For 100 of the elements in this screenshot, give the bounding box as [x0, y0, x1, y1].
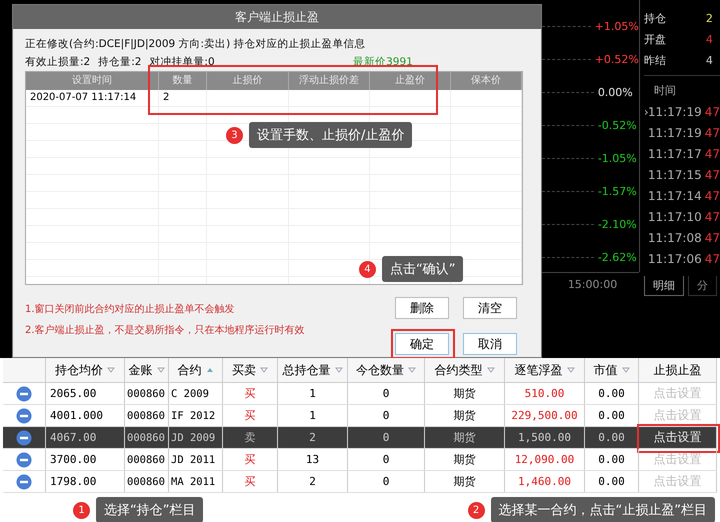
- quote-label: 开盘: [644, 32, 667, 48]
- minus-icon[interactable]: [16, 430, 32, 446]
- side-cell: 买: [244, 408, 256, 423]
- side-cell: 买: [244, 386, 256, 401]
- column-header[interactable]: 合约类型: [425, 358, 505, 382]
- pnl-cell: 1,460.00: [518, 475, 571, 488]
- total-cell: 13: [306, 453, 320, 466]
- today-cell: 0: [382, 387, 390, 400]
- filter-icon[interactable]: [486, 367, 494, 373]
- today-cell: 0: [382, 453, 390, 466]
- trade-price: 47: [704, 125, 720, 142]
- warning-note: 1.窗口关闭前此合约对应的止损止盈单不会触发: [24, 302, 236, 317]
- step-badge: 4: [358, 260, 376, 278]
- total-cell: 1: [309, 409, 316, 422]
- quote-label: 持仓: [644, 11, 667, 27]
- set-time-cell: 2020-07-07 11:17:14: [26, 90, 159, 106]
- side-cell: 买: [244, 452, 256, 467]
- column-header[interactable]: 市值: [585, 358, 639, 382]
- avg-price-cell: 4067.00: [50, 431, 96, 444]
- trade-time: 11:17:19: [648, 104, 702, 121]
- account-cell: 000860: [127, 388, 165, 400]
- filter-icon[interactable]: [260, 367, 268, 373]
- warning-note: 2.客户端止损止盈，不是交易所指令，只在本地程序运行时有效: [24, 324, 306, 338]
- trade-time: 11:17:19: [648, 125, 702, 142]
- type-cell: 期货: [454, 408, 476, 423]
- market-value-cell: 0.00: [598, 431, 625, 444]
- account-cell: 000860: [127, 476, 165, 488]
- column-header[interactable]: 金账: [125, 358, 169, 382]
- step-badge: 1: [73, 502, 90, 518]
- percent-label: -0.52%: [598, 119, 637, 132]
- trade-price: 47: [704, 167, 720, 184]
- dialog-button[interactable]: 清空: [462, 297, 517, 319]
- side-cell: 买: [244, 474, 256, 489]
- sort-ascending-icon[interactable]: [206, 367, 214, 373]
- quote-value: 4: [706, 53, 713, 69]
- percent-label: -1.05%: [598, 152, 637, 165]
- dialog-button[interactable]: 删除: [394, 297, 449, 319]
- market-value-cell: 0.00: [598, 387, 625, 400]
- column-header[interactable]: 买卖: [223, 358, 278, 382]
- filter-icon[interactable]: [156, 367, 164, 373]
- market-value-cell: 0.00: [598, 475, 625, 488]
- panel-tab[interactable]: 分: [688, 276, 717, 296]
- today-cell: 0: [382, 431, 390, 444]
- column-header[interactable]: 今仓数量: [348, 358, 425, 382]
- pnl-cell: 12,090.00: [514, 453, 574, 466]
- column-header[interactable]: 持仓均价: [46, 358, 125, 382]
- column-header[interactable]: 总持仓量: [278, 358, 348, 382]
- total-cell: 2: [309, 431, 316, 444]
- quantity-cell: 2: [158, 90, 207, 106]
- column-header[interactable]: 逐笔浮盈: [505, 358, 585, 382]
- pnl-cell: 229,500.00: [511, 409, 578, 422]
- filter-icon[interactable]: [566, 367, 574, 373]
- stop-setting-link[interactable]: 点击设置: [654, 429, 702, 446]
- percent-label: +1.05%: [594, 20, 639, 33]
- time-axis-label: 15:00:00: [568, 278, 618, 291]
- filter-icon[interactable]: [107, 367, 115, 373]
- trade-time: 11:17:15: [648, 167, 702, 184]
- avg-price-cell: 3700.00: [50, 453, 96, 466]
- market-value-cell: 0.00: [598, 453, 625, 466]
- contract-cell: C 2009: [171, 388, 209, 400]
- trade-price: 47: [704, 104, 720, 121]
- dialog-button[interactable]: 确定: [394, 333, 449, 355]
- percent-label: -2.10%: [598, 218, 637, 231]
- column-header[interactable]: 合约: [169, 358, 223, 382]
- trade-time: 11:17:06: [648, 251, 702, 268]
- today-cell: 0: [382, 409, 390, 422]
- today-cell: 0: [382, 475, 390, 488]
- dialog-button[interactable]: 取消: [462, 333, 517, 355]
- panel-tab[interactable]: 明细: [644, 276, 684, 296]
- side-cell: 卖: [244, 430, 256, 445]
- contract-cell: JD 2011: [171, 454, 216, 466]
- total-cell: 1: [309, 387, 316, 400]
- callout-bubble: 设置手数、止损价/止盈价: [248, 122, 412, 148]
- account-cell: 000860: [127, 432, 165, 444]
- trade-time: 11:17:14: [648, 188, 702, 205]
- type-cell: 期货: [454, 474, 476, 489]
- trade-price: 47: [704, 146, 720, 163]
- contract-cell: JD 2009: [171, 432, 216, 444]
- trades-header: 时间: [652, 83, 677, 99]
- trade-time: 11:17:10: [648, 209, 702, 226]
- info-line: 正在修改(合约:DCE|F|JD|2009 方向:卖出) 持仓对应的止损止盈单信息: [24, 37, 367, 52]
- step-badge: 2: [468, 502, 485, 518]
- trade-price: 47: [704, 230, 720, 247]
- market-value-cell: 0.00: [598, 409, 625, 422]
- quote-value: 2: [706, 11, 713, 27]
- trade-price: 47: [704, 251, 720, 268]
- pnl-cell: 1,500.00: [518, 431, 571, 444]
- filter-icon[interactable]: [334, 367, 342, 373]
- trade-time: 11:17:08: [648, 230, 702, 247]
- trade-price: 47: [704, 188, 720, 205]
- trade-price: 47: [704, 209, 720, 226]
- avg-price-cell: 4001.000: [50, 409, 103, 422]
- filter-icon[interactable]: [408, 367, 416, 373]
- current-marker: ›: [644, 105, 649, 119]
- column-header[interactable]: 止损止盈: [639, 358, 717, 382]
- filter-icon[interactable]: [622, 367, 630, 373]
- total-cell: 2: [309, 475, 316, 488]
- pnl-cell: 510.00: [524, 387, 564, 400]
- dialog-title: 客户端止损止盈: [12, 5, 541, 29]
- percent-label: +0.52%: [594, 53, 639, 66]
